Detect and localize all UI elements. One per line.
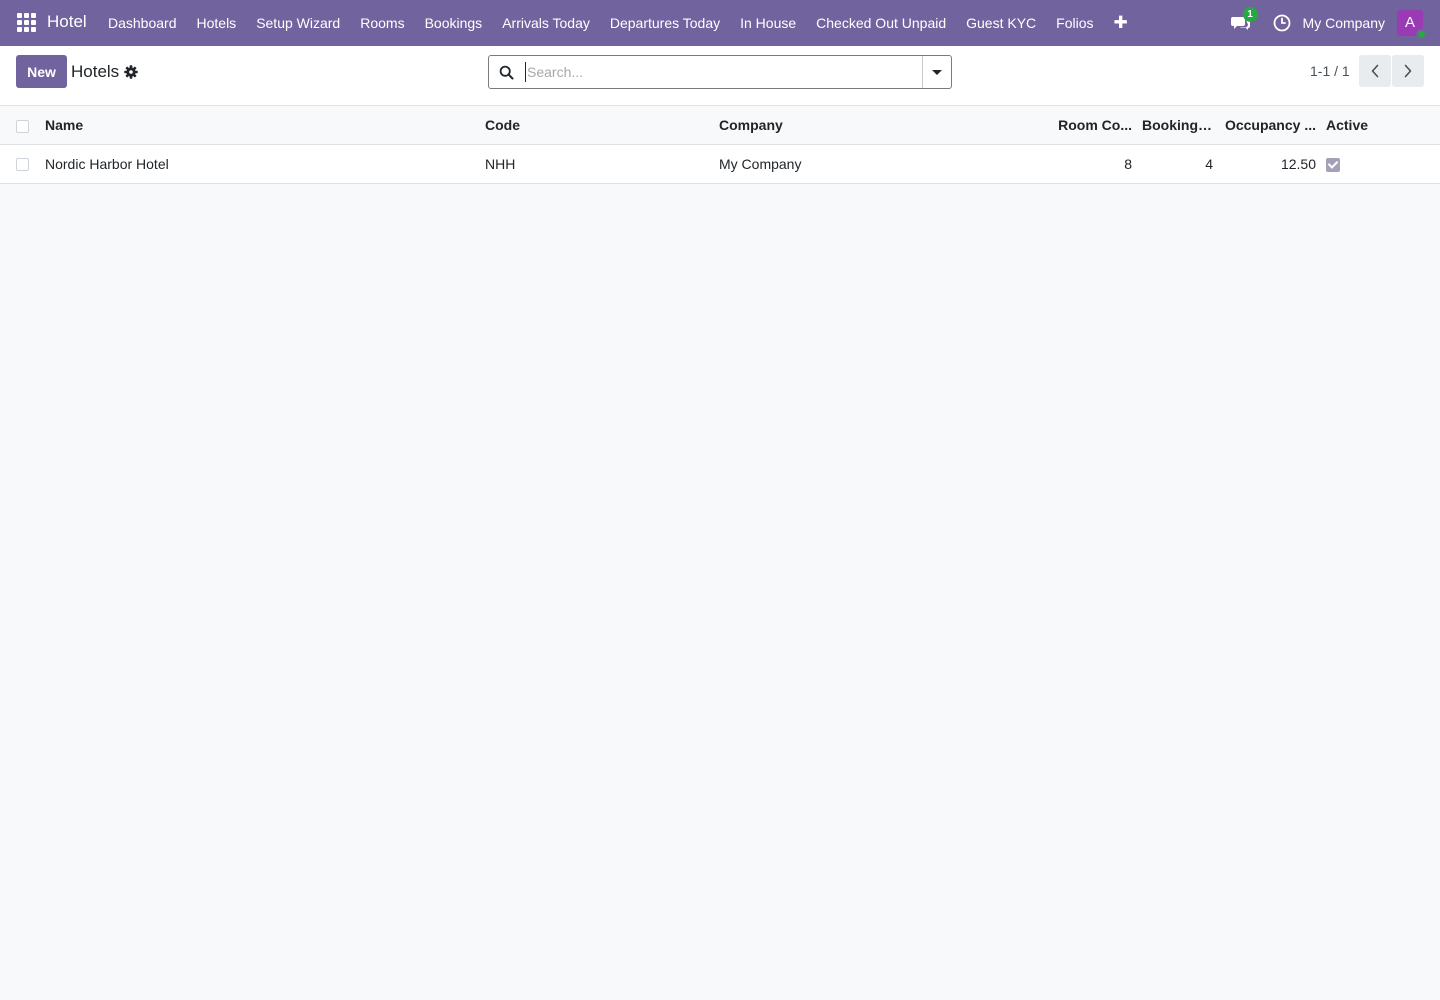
- new-button[interactable]: New: [16, 55, 67, 88]
- gear-icon[interactable]: [124, 65, 138, 79]
- menu-item-in-house[interactable]: In House: [730, 0, 806, 46]
- caret-down-icon: [932, 69, 942, 75]
- control-panel: New Hotels Search... 1-1 / 1: [0, 46, 1440, 106]
- column-header-name[interactable]: Name: [40, 106, 480, 145]
- hotels-list-table: Name Code Company Room Co... Booking ...…: [0, 106, 1440, 184]
- table-row[interactable]: Nordic Harbor Hotel NHH My Company 8 4 1…: [0, 144, 1440, 184]
- row-checkbox[interactable]: [16, 158, 29, 172]
- menu-item-hotels[interactable]: Hotels: [187, 0, 247, 46]
- cell-name[interactable]: Nordic Harbor Hotel: [40, 144, 480, 184]
- select-all-cell[interactable]: [0, 106, 40, 145]
- column-header-code[interactable]: Code: [480, 106, 714, 145]
- table-header-row: Name Code Company Room Co... Booking ...…: [0, 106, 1440, 145]
- top-navbar: Hotel Dashboard Hotels Setup Wizard Room…: [0, 0, 1440, 46]
- search-input[interactable]: [525, 62, 915, 82]
- navbar-systray: 1 My Company A: [1230, 0, 1440, 46]
- main-menu: Dashboard Hotels Setup Wizard Rooms Book…: [98, 0, 1138, 46]
- menu-item-departures-today[interactable]: Departures Today: [600, 0, 730, 46]
- menu-item-bookings[interactable]: Bookings: [415, 0, 493, 46]
- search-icon: [499, 65, 514, 80]
- user-avatar[interactable]: A: [1397, 10, 1427, 40]
- menu-item-arrivals-today[interactable]: Arrivals Today: [492, 0, 600, 46]
- menu-item-dashboard[interactable]: Dashboard: [98, 0, 187, 46]
- plus-icon[interactable]: ✚: [1104, 0, 1138, 46]
- cell-booking[interactable]: 4: [1137, 144, 1218, 184]
- select-all-checkbox[interactable]: [16, 119, 29, 133]
- column-header-booking[interactable]: Booking ...: [1137, 106, 1218, 145]
- apps-grid-icon[interactable]: [17, 13, 36, 32]
- avatar-initial: A: [1404, 14, 1415, 31]
- page-title: Hotels: [71, 62, 120, 81]
- pager-value[interactable]: 1-1 / 1: [1310, 63, 1350, 79]
- chat-badge: 1: [1242, 7, 1258, 22]
- search-options-toggle[interactable]: [922, 56, 951, 88]
- cell-room-count[interactable]: 8: [1052, 144, 1137, 184]
- column-header-occupancy[interactable]: Occupancy ...: [1218, 106, 1321, 145]
- cell-company[interactable]: My Company: [714, 144, 1052, 184]
- column-header-company[interactable]: Company: [714, 106, 1052, 145]
- app-brand[interactable]: Hotel: [47, 12, 87, 32]
- column-header-room-count[interactable]: Room Co...: [1052, 106, 1137, 145]
- pager-next-button[interactable]: [1392, 55, 1424, 87]
- chevron-left-icon: [1371, 64, 1379, 78]
- menu-item-checked-out-unpaid[interactable]: Checked Out Unpaid: [806, 0, 956, 46]
- menu-item-rooms[interactable]: Rooms: [350, 0, 414, 46]
- cell-active[interactable]: [1321, 144, 1440, 184]
- menu-item-setup-wizard[interactable]: Setup Wizard: [246, 0, 350, 46]
- row-select-cell[interactable]: [0, 144, 40, 184]
- status-dot-icon: [1416, 29, 1427, 40]
- company-switcher[interactable]: My Company: [1303, 15, 1385, 31]
- menu-item-guest-kyc[interactable]: Guest KYC: [956, 0, 1046, 46]
- chat-icon[interactable]: 1: [1230, 7, 1258, 33]
- search-bar: [488, 55, 952, 89]
- cell-occupancy[interactable]: 12.50: [1218, 144, 1321, 184]
- cell-code[interactable]: NHH: [480, 144, 714, 184]
- chevron-right-icon: [1404, 64, 1412, 78]
- clock-icon[interactable]: [1273, 14, 1291, 32]
- column-header-active[interactable]: Active: [1321, 106, 1440, 145]
- active-checkbox: [1326, 157, 1340, 172]
- pager-previous-button[interactable]: [1359, 55, 1391, 87]
- menu-item-folios[interactable]: Folios: [1046, 0, 1103, 46]
